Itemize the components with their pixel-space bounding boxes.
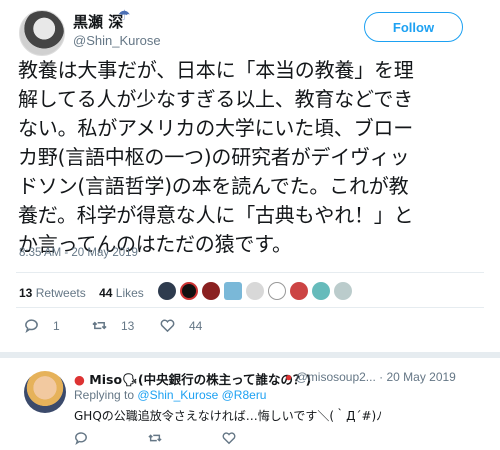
liker-avatar[interactable] [312, 282, 330, 300]
tweet-line: カ野(言語中枢の一つ)の研究者がデイヴィッ [18, 145, 410, 169]
tweet-line: ドソン(言語哲学)の本を読んでた。これが教 [18, 174, 409, 198]
reply-handle-date: @misosoup2... · 20 May 2019 [295, 370, 456, 384]
retweet-count: 13 [121, 318, 135, 333]
liker-avatar[interactable] [158, 282, 176, 300]
replying-to: Replying to @Shin_Kurose @R8eru [74, 388, 266, 402]
reply-icon[interactable] [74, 431, 88, 445]
reply-text: GHQの公職追放令さえなければ…悔しいです＼(｀Д´#)ﾉ [74, 409, 383, 423]
liker-avatar[interactable] [334, 282, 352, 300]
flag-icon: ● [74, 372, 85, 387]
reply-action[interactable]: 1 [24, 318, 60, 333]
reply-meta[interactable]: ● @misosoup2... · 20 May 2019 [285, 370, 456, 384]
divider [16, 272, 484, 273]
like-count: 44 [189, 318, 203, 333]
flag-icon: ● [285, 370, 293, 384]
retweet-action[interactable]: 13 [92, 318, 134, 333]
liker-avatar[interactable] [268, 282, 286, 300]
author-handle[interactable]: @Shin_Kurose [73, 33, 161, 48]
reply-count: 1 [53, 318, 60, 333]
liker-avatar[interactable] [246, 282, 264, 300]
reply-avatar[interactable] [24, 371, 66, 413]
retweets-count[interactable]: 13 [19, 286, 32, 300]
reply-icon [25, 319, 38, 333]
retweets-label[interactable]: Retweets [36, 286, 86, 300]
tweet-line: 養だ。科学が得意な人に「古典もやれ！」と [18, 203, 414, 227]
tweet-line: 教養は大事だが、日本に「本当の教養」を理 [18, 58, 414, 82]
heart-icon [160, 319, 175, 333]
reply-name-text: Miso🗣(中央銀行の株主って誰なの？) [89, 372, 312, 387]
like-action[interactable]: 44 [160, 318, 202, 333]
replying-prefix: Replying to [74, 388, 135, 402]
author-avatar[interactable] [19, 10, 65, 56]
likes-label[interactable]: Likes [116, 286, 144, 300]
liker-avatar[interactable] [290, 282, 308, 300]
retweet-icon [92, 321, 107, 330]
tweet-line: ない。私がアメリカの大学にいた頃、ブロー [18, 116, 413, 140]
retweet-icon[interactable] [148, 431, 162, 445]
liker-avatar[interactable] [224, 282, 242, 300]
author-name[interactable]: 黒瀬 深 [73, 11, 123, 32]
section-divider [0, 352, 500, 358]
liker-avatar[interactable] [180, 282, 198, 300]
follow-button[interactable]: Follow [364, 12, 463, 42]
replying-to-links[interactable]: @Shin_Kurose @R8eru [137, 388, 266, 402]
likes-count[interactable]: 44 [99, 286, 112, 300]
umbrella-icon: ☂ [118, 8, 131, 24]
reply-author-name[interactable]: ● Miso🗣(中央銀行の株主って誰なの？) [74, 369, 311, 388]
heart-icon[interactable] [222, 431, 236, 445]
divider [16, 307, 484, 308]
tweet-text: 教養は大事だが、日本に「本当の教養」を理 解してる人が少なすぎる以上、教育などで… [18, 56, 488, 259]
tweet-line: 解してる人が少なすぎる以上、教育などでき [18, 87, 413, 111]
liker-avatars [158, 282, 352, 300]
reply-actions [74, 431, 236, 445]
liker-avatar[interactable] [202, 282, 220, 300]
tweet-stats: 13 Retweets 44 Likes [19, 286, 144, 300]
tweet-timestamp[interactable]: 8:35 AM - 20 May 2019 [19, 247, 138, 259]
